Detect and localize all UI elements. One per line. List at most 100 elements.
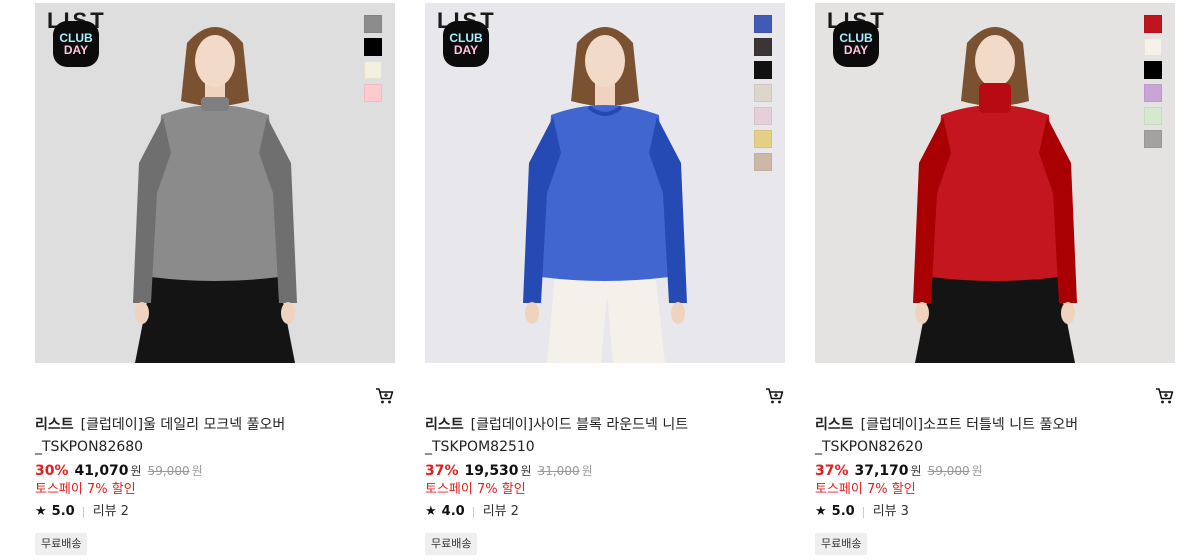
rating-score: 5.0 bbox=[831, 504, 855, 519]
review-count: 2 bbox=[120, 504, 129, 519]
turtleneck-collar bbox=[979, 83, 1011, 113]
original-price: 59,000 bbox=[927, 464, 970, 478]
sweater-body bbox=[931, 105, 1059, 281]
product-code: _TSKPON82680 bbox=[35, 439, 144, 455]
free-shipping-badge: 무료배송 bbox=[425, 533, 478, 555]
color-swatch[interactable] bbox=[1144, 38, 1162, 56]
price-row: 30% 41,070 원 59,000 원 bbox=[35, 462, 203, 480]
rating-row: ★ 5.0 리뷰 2 bbox=[35, 503, 129, 521]
club-day-badge: CLUB DAY bbox=[53, 21, 99, 67]
sweater-body bbox=[541, 105, 669, 281]
add-to-cart-button[interactable] bbox=[765, 386, 785, 406]
tosspay-discount: 토스페이 7% 할인 bbox=[425, 482, 526, 497]
color-swatch[interactable] bbox=[364, 38, 382, 56]
price-row: 37% 37,170 원 59,000 원 bbox=[815, 462, 983, 480]
product-card[interactable]: LIST CLUB DAY 리스트 [클럽데이]울 데일리 모크넥 풀오버 _TS… bbox=[35, 0, 395, 560]
divider bbox=[82, 506, 84, 518]
left-hand bbox=[915, 302, 929, 324]
face bbox=[585, 35, 625, 87]
product-image[interactable]: LIST CLUB DAY bbox=[35, 3, 395, 363]
original-currency-unit: 원 bbox=[971, 464, 983, 478]
color-swatch[interactable] bbox=[1144, 84, 1162, 102]
currency-unit: 원 bbox=[130, 464, 142, 478]
discount-rate: 37% bbox=[425, 463, 459, 479]
color-swatches bbox=[754, 15, 772, 176]
discount-rate: 30% bbox=[35, 463, 69, 479]
club-badge-line2: DAY bbox=[843, 43, 869, 57]
color-swatch[interactable] bbox=[754, 84, 772, 102]
color-swatch[interactable] bbox=[754, 153, 772, 171]
club-badge-line2: DAY bbox=[63, 43, 89, 57]
brand-name: 리스트 bbox=[425, 417, 464, 433]
rating-row: ★ 5.0 리뷰 3 bbox=[815, 503, 909, 521]
review-count: 3 bbox=[900, 504, 909, 519]
color-swatch[interactable] bbox=[754, 107, 772, 125]
sale-price: 41,070 bbox=[74, 463, 129, 479]
cart-add-icon bbox=[766, 388, 784, 404]
product-code: _TSKPOM82510 bbox=[425, 439, 535, 455]
cart-add-icon bbox=[376, 388, 394, 404]
review-count: 2 bbox=[510, 504, 519, 519]
product-image[interactable]: LIST CLUB DAY bbox=[815, 3, 1175, 363]
right-hand bbox=[281, 302, 295, 324]
sweater-body bbox=[151, 105, 279, 281]
club-day-badge: CLUB DAY bbox=[833, 21, 879, 67]
product-name: [클럽데이]사이드 블록 라운드넥 니트 bbox=[470, 417, 689, 433]
mockneck-collar bbox=[201, 97, 229, 111]
divider bbox=[472, 506, 474, 518]
left-hand bbox=[525, 302, 539, 324]
color-swatch[interactable] bbox=[1144, 107, 1162, 125]
review-label: 리뷰 bbox=[92, 504, 117, 519]
right-hand bbox=[671, 302, 685, 324]
face bbox=[195, 35, 235, 87]
dark-skirt bbox=[135, 271, 295, 363]
original-currency-unit: 원 bbox=[191, 464, 203, 478]
review-label: 리뷰 bbox=[872, 504, 897, 519]
color-swatch[interactable] bbox=[754, 15, 772, 33]
price-row: 37% 19,530 원 31,000 원 bbox=[425, 462, 593, 480]
color-swatch[interactable] bbox=[1144, 130, 1162, 148]
color-swatch[interactable] bbox=[754, 61, 772, 79]
original-currency-unit: 원 bbox=[581, 464, 593, 478]
free-shipping-badge: 무료배송 bbox=[815, 533, 868, 555]
product-image[interactable]: LIST CLUB DAY bbox=[425, 3, 785, 363]
color-swatch[interactable] bbox=[364, 61, 382, 79]
club-day-badge: CLUB DAY bbox=[443, 21, 489, 67]
color-swatch[interactable] bbox=[1144, 15, 1162, 33]
free-shipping-badge: 무료배송 bbox=[35, 533, 88, 555]
rating-score: 5.0 bbox=[51, 504, 75, 519]
sale-price: 37,170 bbox=[854, 463, 909, 479]
product-code: _TSKPON82620 bbox=[815, 439, 924, 455]
color-swatch[interactable] bbox=[364, 15, 382, 33]
dark-skirt bbox=[915, 271, 1075, 363]
tosspay-discount: 토스페이 7% 할인 bbox=[815, 482, 916, 497]
product-name: [클럽데이]울 데일리 모크넥 풀오버 bbox=[80, 417, 286, 433]
sale-price: 19,530 bbox=[464, 463, 519, 479]
product-title[interactable]: 리스트 [클럽데이]울 데일리 모크넥 풀오버 _TSKPON82680 bbox=[35, 414, 365, 458]
left-hand bbox=[135, 302, 149, 324]
star-icon: ★ bbox=[815, 504, 827, 519]
cart-add-icon bbox=[1156, 388, 1174, 404]
product-title[interactable]: 리스트 [클럽데이]사이드 블록 라운드넥 니트 _TSKPOM82510 bbox=[425, 414, 755, 458]
star-icon: ★ bbox=[35, 504, 47, 519]
color-swatch[interactable] bbox=[754, 130, 772, 148]
brand-name: 리스트 bbox=[35, 417, 74, 433]
brand-name: 리스트 bbox=[815, 417, 854, 433]
rating-row: ★ 4.0 리뷰 2 bbox=[425, 503, 519, 521]
product-card[interactable]: LIST CLUB DAY 리스트 [클럽데이]소프트 터틀넥 니트 풀오버 _T… bbox=[815, 0, 1175, 560]
divider bbox=[862, 506, 864, 518]
product-title[interactable]: 리스트 [클럽데이]소프트 터틀넥 니트 풀오버 _TSKPON82620 bbox=[815, 414, 1145, 458]
color-swatches bbox=[364, 15, 382, 107]
color-swatch[interactable] bbox=[364, 84, 382, 102]
currency-unit: 원 bbox=[910, 464, 922, 478]
currency-unit: 원 bbox=[520, 464, 532, 478]
product-card[interactable]: LIST CLUB DAY 리스트 [클럽데이]사이드 블록 라운드넥 니트 _T… bbox=[425, 0, 785, 560]
add-to-cart-button[interactable] bbox=[1155, 386, 1175, 406]
discount-rate: 37% bbox=[815, 463, 849, 479]
add-to-cart-button[interactable] bbox=[375, 386, 395, 406]
color-swatches bbox=[1144, 15, 1162, 153]
tosspay-discount: 토스페이 7% 할인 bbox=[35, 482, 136, 497]
color-swatch[interactable] bbox=[754, 38, 772, 56]
color-swatch[interactable] bbox=[1144, 61, 1162, 79]
right-hand bbox=[1061, 302, 1075, 324]
